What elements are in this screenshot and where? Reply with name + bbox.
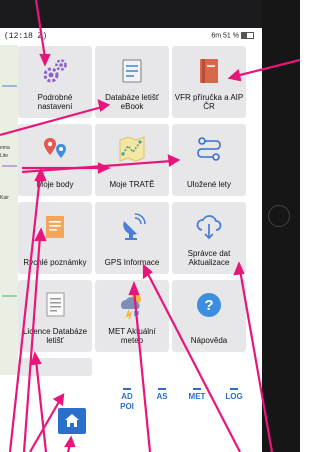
arrow-head-partial	[52, 393, 65, 406]
arrow-head-met	[128, 281, 140, 296]
arrow-to-settings	[34, 0, 47, 59]
arrow-head-license	[30, 351, 42, 366]
arrow-head-settings	[39, 53, 51, 67]
arrow-to-met	[132, 289, 152, 452]
arrow-head-vfr	[227, 68, 242, 82]
arrow-to-data-manager	[238, 269, 274, 452]
arrow-head-notes	[34, 227, 47, 242]
arrow-to-saved	[21, 159, 173, 174]
arrow-head-home	[64, 435, 76, 448]
arrow-head-data-manager	[233, 261, 245, 276]
arrow-head-ebook	[97, 99, 111, 112]
arrow-head-saved	[167, 154, 181, 167]
arrow-to-my-points	[8, 175, 42, 452]
arrow-to-ebook	[0, 105, 103, 137]
annotation-arrows	[0, 0, 300, 452]
arrow-to-gps	[146, 271, 241, 452]
arrow-to-notes	[22, 235, 42, 452]
arrow-to-vfr	[235, 58, 300, 78]
